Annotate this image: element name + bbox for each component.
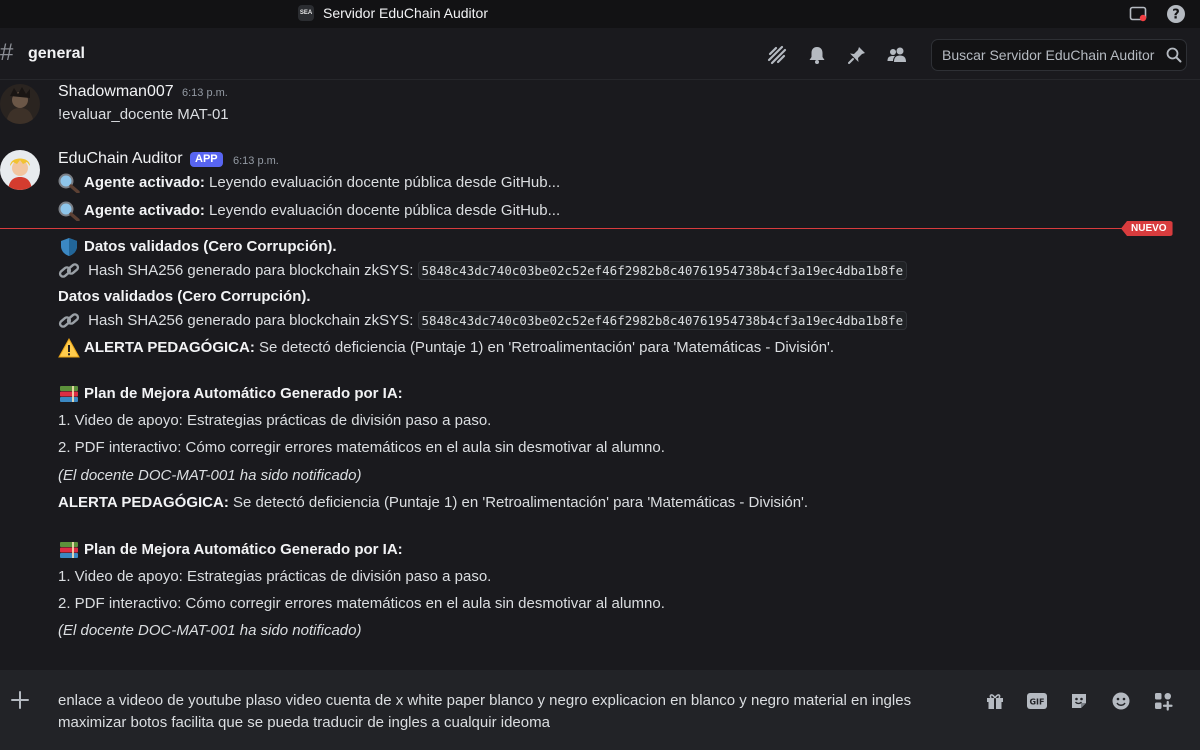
message-line: Hash SHA256 generado para blockchain zkS… [58, 311, 908, 331]
magnifier-icon [58, 173, 80, 194]
sticker-icon[interactable] [1066, 690, 1092, 712]
shield-icon [58, 237, 80, 257]
message-composer[interactable]: enlace a videoo de youtube plaso video c… [0, 670, 1200, 750]
emoji-icon[interactable] [1108, 690, 1134, 712]
message-input-line: maximizar botos facilita que se pueda tr… [58, 714, 550, 731]
message-line: 1. Video de apoyo: Estrategias prácticas… [58, 568, 492, 585]
avatar[interactable] [0, 150, 40, 190]
message-line: Datos validados (Cero Corrupción). [58, 237, 337, 257]
bell-icon[interactable] [804, 43, 830, 67]
books-icon [58, 384, 80, 404]
message-line: Agente activado: Leyendo evaluación doce… [58, 173, 560, 194]
avatar[interactable] [0, 84, 40, 124]
channel-header: # general [0, 28, 1200, 80]
message-list: Shadowman007 6:13 p.m. !evaluar_docente … [0, 80, 1200, 670]
warning-icon [58, 338, 80, 358]
plus-icon[interactable] [10, 690, 30, 710]
new-messages-badge[interactable]: NUEVO [1121, 221, 1173, 236]
message-line: ALERTA PEDAGÓGICA: Se detectó deficienci… [58, 494, 809, 511]
message-timestamp: 6:13 p.m. [233, 155, 279, 167]
message-input[interactable]: enlace a videoo de youtube plaso video c… [58, 690, 978, 734]
magnifier-icon [58, 201, 80, 222]
window-title-text: Servidor EduChain Auditor [323, 5, 488, 21]
new-messages-divider [0, 228, 1130, 229]
channel-hash-icon: # [0, 39, 14, 66]
help-icon[interactable]: ? [1166, 4, 1186, 24]
search-icon[interactable] [1162, 47, 1186, 63]
message-line: Hash SHA256 generado para blockchain zkS… [58, 261, 908, 281]
message-timestamp: 6:13 p.m. [182, 87, 228, 99]
threads-icon[interactable] [764, 43, 790, 67]
message-line: ALERTA PEDAGÓGICA: Se detectó deficienci… [58, 338, 834, 358]
channel-name: general [28, 45, 85, 62]
link-icon [58, 311, 80, 331]
search-bar[interactable] [931, 39, 1187, 71]
server-icon: SEA [298, 5, 314, 21]
message-input-line: enlace a videoo de youtube plaso video c… [58, 692, 912, 709]
svg-text:GIF: GIF [1029, 698, 1044, 707]
gif-icon[interactable]: GIF [1024, 690, 1050, 712]
message-content: !evaluar_docente MAT-01 [58, 106, 229, 123]
pin-icon[interactable] [844, 43, 870, 67]
link-icon [58, 261, 80, 281]
message-line: (El docente DOC-MAT-001 ha sido notifica… [58, 622, 362, 639]
svg-text:?: ? [1172, 8, 1180, 23]
hash-code[interactable]: 5848c43dc740c03be02c52ef46f2982b8c407619… [417, 311, 908, 330]
message-line: 2. PDF interactivo: Cómo corregir errore… [58, 439, 665, 456]
hash-code[interactable]: 5848c43dc740c03be02c52ef46f2982b8c407619… [417, 261, 908, 280]
title-bar: SEA Servidor EduChain Auditor ? [0, 0, 1200, 28]
gift-icon[interactable] [982, 690, 1008, 712]
message-line: Datos validados (Cero Corrupción). [58, 288, 311, 305]
members-icon[interactable] [884, 43, 910, 67]
inbox-icon[interactable] [1128, 4, 1148, 24]
search-input[interactable] [932, 46, 1162, 64]
message-line: Plan de Mejora Automático Generado por I… [58, 540, 403, 560]
discord-window: SEA Servidor EduChain Auditor ? # genera… [0, 0, 1200, 750]
message-line: (El docente DOC-MAT-001 ha sido notifica… [58, 467, 362, 484]
window-title: SEA Servidor EduChain Auditor [298, 5, 488, 21]
message-line: 1. Video de apoyo: Estrategias prácticas… [58, 412, 492, 429]
message-author[interactable]: Shadowman007 [58, 83, 174, 101]
books-icon [58, 540, 80, 560]
app-badge: APP [190, 152, 223, 167]
message-line: Plan de Mejora Automático Generado por I… [58, 384, 403, 404]
message-author[interactable]: EduChain Auditor [58, 150, 183, 168]
message-line: 2. PDF interactivo: Cómo corregir errore… [58, 595, 665, 612]
apps-icon[interactable] [1150, 690, 1176, 712]
message-line: Agente activado: Leyendo evaluación doce… [58, 201, 560, 222]
